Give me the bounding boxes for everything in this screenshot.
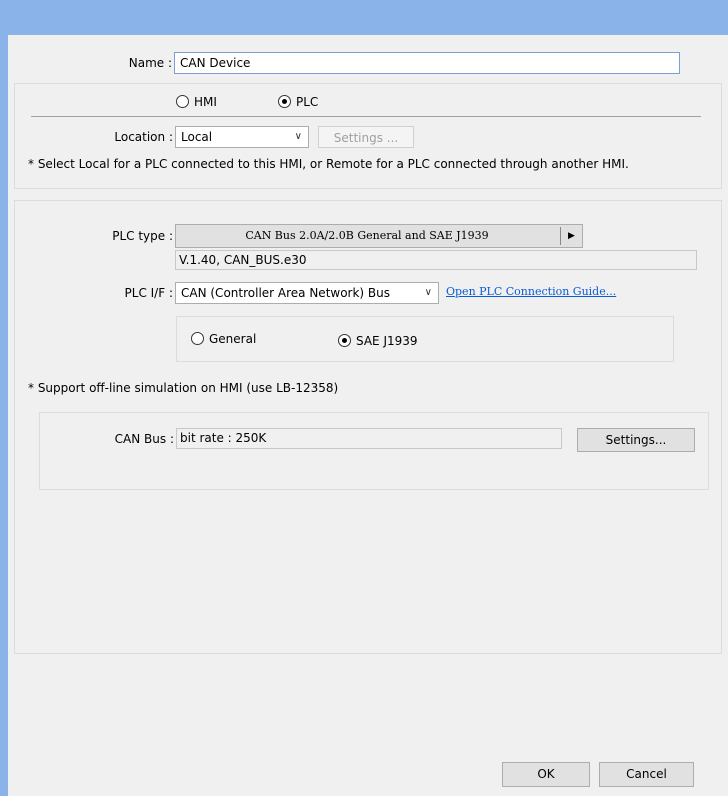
plc-if-select[interactable]: CAN (Controller Area Network) Bus ∨ [175,282,439,304]
name-input[interactable]: CAN Device [174,52,680,74]
protocol-group: General SAE J1939 [176,316,674,362]
location-select[interactable]: Local ∨ [175,126,309,148]
plc-if-label: PLC I/F : [124,286,173,300]
plc-type-value: CAN Bus 2.0A/2.0B General and SAE J1939 [245,229,489,242]
plc-connection-guide-link[interactable]: Open PLC Connection Guide... [446,283,616,301]
plc-settings-group: PLC type : CAN Bus 2.0A/2.0B General and… [14,200,722,654]
can-bus-label: CAN Bus : [114,432,174,446]
hmi-radio[interactable] [176,95,189,108]
device-location-group: HMI PLC Location : Local ∨ Settings ... … [14,83,722,189]
simulation-note: * Support off-line simulation on HMI (us… [28,381,339,395]
chevron-down-icon: ∨ [424,287,432,298]
general-radio-label: General [209,332,257,346]
plc-if-select-value: CAN (Controller Area Network) Bus [181,286,391,300]
plc-type-label: PLC type : [112,229,173,243]
can-bus-settings-button[interactable]: Settings... [577,428,695,452]
location-note: * Select Local for a PLC connected to th… [28,157,629,171]
plc-radio[interactable] [278,95,291,108]
plc-radio-label: PLC [296,95,319,109]
separator-line [31,116,701,117]
device-properties-dialog: Name : CAN Device HMI PLC Location : Loc… [8,35,728,796]
plc-type-button[interactable]: CAN Bus 2.0A/2.0B General and SAE J1939 … [175,224,583,248]
cancel-button[interactable]: Cancel [599,762,694,787]
name-label: Name : [128,56,172,70]
sae-j1939-radio-label: SAE J1939 [356,334,418,348]
chevron-down-icon: ∨ [294,131,302,142]
location-select-value: Local [181,130,213,144]
general-radio[interactable] [191,332,204,345]
sae-j1939-radio[interactable] [338,334,351,347]
arrow-right-icon: ▶ [560,227,582,245]
location-label: Location : [114,130,173,144]
hmi-radio-label: HMI [194,95,217,109]
title-bar [0,0,728,35]
location-settings-button[interactable]: Settings ... [318,126,414,148]
window-frame [0,35,8,796]
can-bus-value-field: bit rate : 250K [176,428,562,449]
plc-version-field: V.1.40, CAN_BUS.e30 [175,250,697,270]
can-bus-group: CAN Bus : bit rate : 250K Settings... [39,412,709,490]
ok-button[interactable]: OK [502,762,590,787]
